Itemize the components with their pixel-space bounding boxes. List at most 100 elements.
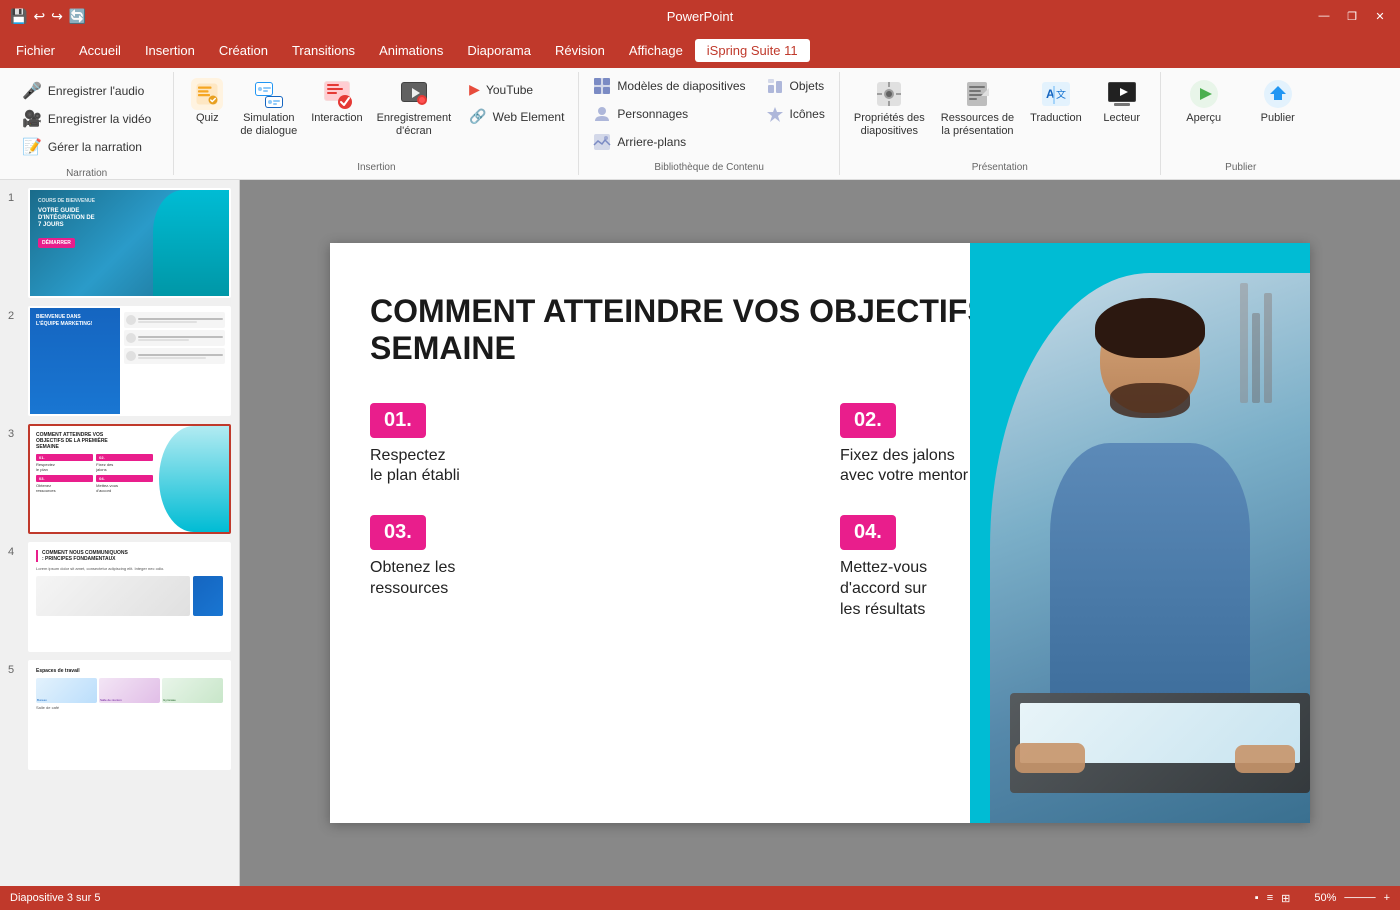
view-outline-icon[interactable]: ≡ [1267,892,1273,905]
slide-thumb-1[interactable]: 1 COURS DE BIENVENUE VOTRE GUIDED'INTÉGR… [8,188,231,298]
publier-icon [1262,78,1294,110]
youtube-button[interactable]: ▶ YouTube [463,78,570,101]
slide-img-3[interactable]: COMMENT ATTEINDRE VOSOBJECTIFS DE LA PRE… [28,424,231,534]
icones-label: Icônes [790,107,825,121]
view-normal-icon[interactable]: ▪ [1255,892,1259,905]
menu-revision[interactable]: Révision [543,39,617,62]
slide-text-1: Respectezle plan établi [370,446,800,488]
window-controls[interactable]: — ❐ ✕ [1314,6,1390,26]
modeles-icon [593,77,611,95]
content-area: 1 COURS DE BIENVENUE VOTRE GUIDED'INTÉGR… [0,180,1400,886]
objets-button[interactable]: Objets [760,74,831,98]
gerer-narration-label: Gérer la narration [48,140,142,154]
menu-ispring[interactable]: iSpring Suite 11 [695,39,810,62]
main-canvas: COMMENT ATTEINDRE VOS OBJECTIFS DE LA PR… [240,180,1400,886]
apercu-label: Aperçu [1186,112,1221,125]
personnages-button[interactable]: Personnages [587,102,751,126]
interaction-button[interactable]: Interaction [305,74,368,129]
slide-status: Diapositive 3 sur 5 [10,892,101,904]
bibliotheque-group-label: Bibliothèque de Contenu [654,158,764,173]
slide-thumb-2[interactable]: 2 BIENVENUE DANSL'ÉQUIPE MARKETING! [8,306,231,416]
enregistrer-audio-button[interactable]: 🎤 Enregistrer l'audio [16,78,157,104]
save-icon[interactable]: 💾 [10,8,27,25]
slide-panel: 1 COURS DE BIENVENUE VOTRE GUIDED'INTÉGR… [0,180,240,886]
zoom-in[interactable]: + [1384,892,1390,905]
quiz-button[interactable]: Quiz [182,74,232,129]
slide-num-3: 3 [8,428,20,440]
simulation-label: Simulationde dialogue [240,112,297,138]
arrieres-button[interactable]: Arriere-plans [587,130,751,154]
repeat-icon[interactable]: 🔄 [69,8,86,25]
quiz-label: Quiz [196,112,219,125]
icones-button[interactable]: Icônes [760,102,831,126]
objets-label: Objets [790,79,825,93]
slide-img-1[interactable]: COURS DE BIENVENUE VOTRE GUIDED'INTÉGRAT… [28,188,231,298]
web-element-label: Web Element [493,110,565,124]
mic-icon: 🎤 [22,81,42,101]
simulation-button[interactable]: Simulationde dialogue [234,74,303,142]
enregistrer-audio-label: Enregistrer l'audio [48,84,144,98]
menu-insertion[interactable]: Insertion [133,39,207,62]
publier-label: Publier [1261,112,1295,125]
traduction-button[interactable]: A文 Traduction [1024,74,1088,129]
icones-icon [766,105,784,123]
bibliotheque-top: Modèles de diapositives Personnages Arri… [587,74,830,158]
slide-img-5[interactable]: Espaces de travail Bureau Salle de réuni… [28,660,231,770]
menu-affichage[interactable]: Affichage [617,39,695,62]
apercu-button[interactable]: Aperçu [1169,74,1239,129]
enregistrer-video-button[interactable]: 🎥 Enregistrer la vidéo [16,106,157,132]
slide-thumb-3[interactable]: 3 COMMENT ATTEINDRE VOSOBJECTIFS DE LA P… [8,424,231,534]
menu-transitions[interactable]: Transitions [280,39,367,62]
slide-canvas: COMMENT ATTEINDRE VOS OBJECTIFS DE LA PR… [330,243,1310,823]
proprietes-icon [873,78,905,110]
apercu-icon [1188,78,1220,110]
app-title: PowerPoint [667,9,733,24]
objets-icon [766,77,784,95]
slide-img-4[interactable]: COMMENT NOUS COMMUNIQUONS: PRINCIPES FON… [28,542,231,652]
gerer-narration-button[interactable]: 📝 Gérer la narration [16,134,157,160]
slide-thumb-4[interactable]: 4 COMMENT NOUS COMMUNIQUONS: PRINCIPES F… [8,542,231,652]
enregistrement-label: Enregistrementd'écran [377,112,452,138]
slide-badge-3: 03. [370,515,426,550]
quick-access-toolbar[interactable]: 💾 ↩ ↪ 🔄 [10,8,86,25]
redo-icon[interactable]: ↪ [51,8,63,25]
lecteur-button[interactable]: Lecteur [1092,74,1152,129]
ribbon-group-presentation: Propriétés desdiapositives Ressources de… [840,72,1161,175]
publier-btn[interactable]: Publier [1243,74,1313,129]
enregistrement-icon [398,78,430,110]
zoom-slider[interactable]: ──── [1344,892,1375,905]
enregistrement-button[interactable]: Enregistrementd'écran [371,74,458,142]
zoom-level: 50% [1314,892,1336,905]
menu-accueil[interactable]: Accueil [67,39,133,62]
simulation-icon [253,78,285,110]
personnages-label: Personnages [617,107,688,121]
slide-badge-1: 01. [370,403,426,438]
youtube-label: YouTube [486,83,533,97]
ressources-button[interactable]: Ressources dela présentation [935,74,1020,142]
quiz-icon [191,78,223,110]
undo-icon[interactable]: ↩ [33,8,45,25]
minimize-button[interactable]: — [1314,6,1334,26]
slide-num-1: 1 [8,192,20,204]
menu-animations[interactable]: Animations [367,39,455,62]
svg-text:文: 文 [1056,88,1066,101]
menu-diaporama[interactable]: Diaporama [455,39,543,62]
view-sort-icon[interactable]: ⊞ [1281,892,1290,905]
modeles-label: Modèles de diapositives [617,79,745,93]
menu-creation[interactable]: Création [207,39,280,62]
traduction-icon: A文 [1040,78,1072,110]
slide-item-3: 03. Obtenez lesressources [370,515,800,620]
presentation-group-label: Présentation [972,158,1028,173]
modeles-button[interactable]: Modèles de diapositives [587,74,751,98]
slide-img-2[interactable]: BIENVENUE DANSL'ÉQUIPE MARKETING! [28,306,231,416]
maximize-button[interactable]: ❐ [1342,6,1362,26]
slide-thumb-5[interactable]: 5 Espaces de travail Bureau Salle de réu… [8,660,231,770]
close-button[interactable]: ✕ [1370,6,1390,26]
menu-fichier[interactable]: Fichier [4,39,67,62]
lecteur-label: Lecteur [1103,112,1140,125]
web-element-button[interactable]: 🔗 Web Element [463,105,570,128]
youtube-icon: ▶ [469,81,480,98]
slide-num-4: 4 [8,546,20,558]
arrieres-icon [593,133,611,151]
proprietes-button[interactable]: Propriétés desdiapositives [848,74,931,142]
